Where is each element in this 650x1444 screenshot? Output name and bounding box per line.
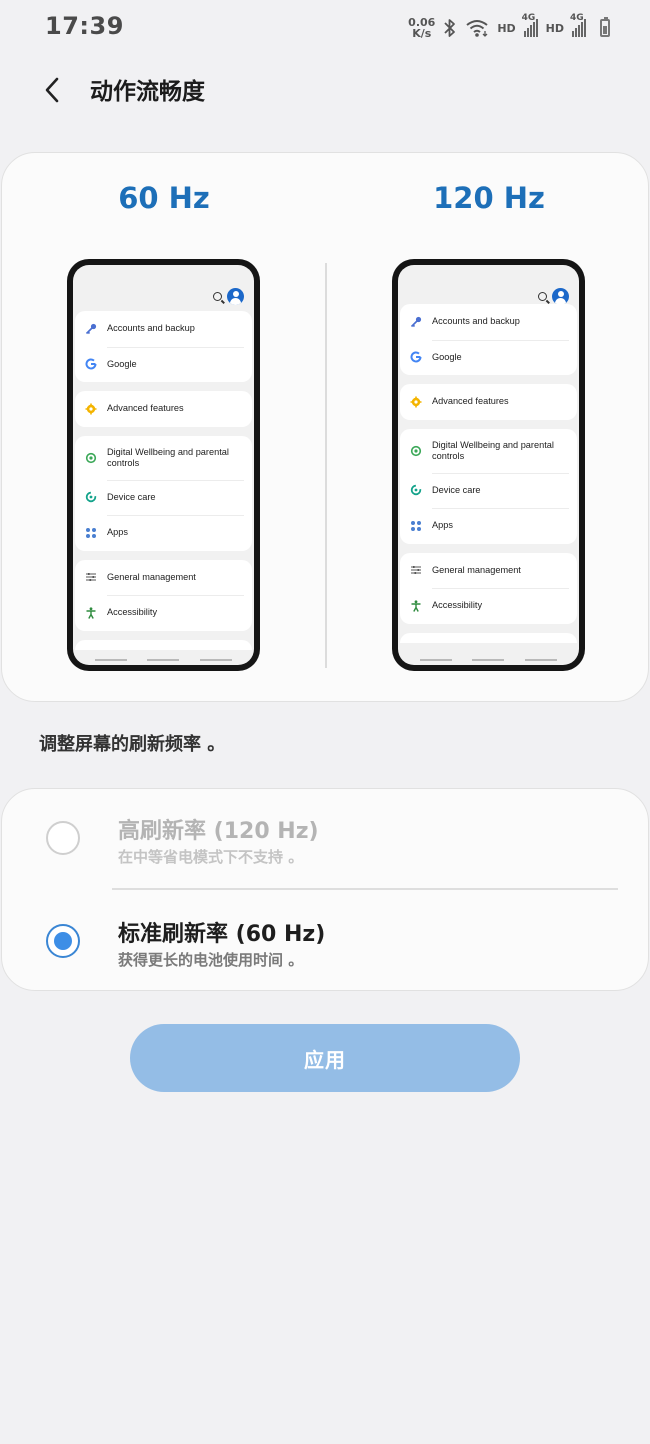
option-high-subtitle: 在中等省电模式下不支持 。 bbox=[118, 848, 304, 866]
settings-row: Digital Wellbeing and parental controls bbox=[75, 436, 252, 480]
settings-row-label: General management bbox=[107, 571, 196, 582]
apps-icon bbox=[409, 519, 422, 532]
settings-row: Device care bbox=[75, 479, 252, 516]
settings-row-label: Apps bbox=[107, 527, 128, 538]
nav-bar bbox=[73, 659, 254, 661]
settings-row: Accessibility bbox=[400, 588, 577, 624]
device-care-icon bbox=[409, 484, 422, 497]
option-standard-subtitle: 获得更长的电池使用时间 。 bbox=[118, 951, 304, 969]
settings-row-label: Device care bbox=[432, 484, 481, 495]
apps-icon bbox=[84, 526, 97, 539]
signal-icon: 4G bbox=[522, 13, 538, 37]
preview-card: 60 Hz 120 Hz Accounts and backup Google Ad… bbox=[1, 152, 649, 702]
page-title: 动作流畅度 bbox=[90, 79, 205, 105]
sliders-icon bbox=[84, 571, 97, 584]
settings-row: General management bbox=[75, 560, 252, 596]
hz-label-120: 120 Hz bbox=[433, 181, 545, 215]
settings-row-label: Advanced features bbox=[432, 396, 509, 407]
google-icon bbox=[409, 351, 422, 364]
hd-label-1: HD bbox=[497, 21, 516, 35]
status-icons: 0.06 K/s HD 4G HD 4G bbox=[408, 13, 610, 42]
wellbeing-icon bbox=[84, 451, 97, 464]
phone-preview-120hz: Accounts and backup Google Advanced featur… bbox=[392, 259, 585, 671]
search-icon bbox=[213, 292, 222, 301]
status-bar: 17:39 0.06 K/s HD 4G HD 4G bbox=[0, 0, 650, 56]
header: 动作流畅度 bbox=[0, 60, 650, 120]
settings-row: Apps bbox=[75, 515, 252, 551]
settings-row-label: Accounts and backup bbox=[432, 316, 520, 327]
settings-row-label: Google bbox=[107, 358, 137, 369]
back-button[interactable] bbox=[32, 70, 72, 110]
battery-icon bbox=[600, 17, 610, 37]
settings-row: Accessibility bbox=[75, 595, 252, 631]
gear-icon bbox=[409, 395, 422, 408]
settings-row-label: Accessibility bbox=[107, 607, 158, 618]
accessibility-icon bbox=[84, 606, 97, 619]
option-high-title: 高刷新率 (120 Hz) bbox=[118, 819, 319, 844]
avatar-icon bbox=[552, 288, 569, 305]
wifi-icon bbox=[466, 20, 488, 37]
hd-label-2: HD bbox=[545, 21, 564, 35]
settings-row-label: Advanced features bbox=[107, 403, 184, 414]
device-care-icon bbox=[84, 491, 97, 504]
search-icon bbox=[538, 292, 547, 301]
settings-row-label: Google bbox=[432, 351, 462, 362]
key-icon bbox=[409, 315, 422, 328]
settings-row: Accounts and backup bbox=[400, 304, 577, 340]
accessibility-icon bbox=[409, 599, 422, 612]
option-high-refresh[interactable] bbox=[2, 789, 648, 889]
sliders-icon bbox=[409, 564, 422, 577]
settings-row-label: Accessibility bbox=[432, 600, 483, 611]
status-time: 17:39 bbox=[45, 12, 124, 40]
settings-row: Advanced features bbox=[75, 391, 252, 427]
options-card: 高刷新率 (120 Hz) 在中等省电模式下不支持 。 标准刷新率 (60 Hz… bbox=[1, 788, 649, 991]
nav-bar bbox=[398, 659, 579, 661]
settings-group: Advanced features bbox=[75, 391, 252, 427]
option-standard-title: 标准刷新率 (60 Hz) bbox=[118, 922, 326, 947]
settings-row-label: Device care bbox=[107, 491, 156, 502]
settings-row: Digital Wellbeing and parental controls bbox=[400, 429, 577, 473]
settings-row-label: Digital Wellbeing and parental controls bbox=[432, 439, 554, 461]
settings-row: Google bbox=[400, 339, 577, 376]
chevron-left-icon bbox=[45, 77, 59, 103]
gear-icon bbox=[84, 402, 97, 415]
settings-row: Accounts and backup bbox=[75, 311, 252, 347]
key-icon bbox=[84, 322, 97, 335]
settings-row: Advanced features bbox=[400, 384, 577, 420]
bluetooth-icon bbox=[444, 19, 456, 37]
apply-button[interactable]: 应用 bbox=[130, 1024, 520, 1092]
settings-row-label: Digital Wellbeing and parental controls bbox=[107, 446, 229, 468]
settings-row-label: Apps bbox=[432, 520, 453, 531]
hz-label-60: 60 Hz bbox=[118, 181, 210, 215]
settings-group: Accounts and backup Google bbox=[400, 304, 577, 375]
radio-standard-refresh[interactable] bbox=[46, 924, 80, 958]
description: 调整屏幕的刷新频率 。 bbox=[39, 734, 226, 755]
settings-group: Digital Wellbeing and parental controls D… bbox=[75, 435, 252, 551]
avatar-icon bbox=[227, 288, 244, 305]
settings-row: General management bbox=[400, 553, 577, 589]
settings-row: Device care bbox=[400, 472, 577, 509]
signal-icon: 4G bbox=[570, 13, 586, 37]
settings-row: Apps bbox=[400, 508, 577, 544]
phone-preview-60hz: Accounts and backup Google Advanced featur… bbox=[67, 259, 260, 671]
phone-screen: Accounts and backup Google Advanced featur… bbox=[73, 265, 254, 665]
google-icon bbox=[84, 358, 97, 371]
phone-screen: Accounts and backup Google Advanced featur… bbox=[398, 265, 579, 665]
settings-row-label: Accounts and backup bbox=[107, 323, 195, 334]
settings-group: General management Accessibility bbox=[400, 552, 577, 624]
preview-divider bbox=[325, 263, 327, 668]
settings-group: Digital Wellbeing and parental controls D… bbox=[400, 428, 577, 544]
settings-group: Accounts and backup Google bbox=[75, 311, 252, 382]
settings-group: General management Accessibility bbox=[75, 559, 252, 631]
settings-row: Google bbox=[75, 346, 252, 383]
settings-group: Advanced features bbox=[400, 384, 577, 420]
settings-row-label: General management bbox=[432, 564, 521, 575]
net-speed: 0.06 K/s bbox=[408, 16, 436, 40]
wellbeing-icon bbox=[409, 444, 422, 457]
radio-high-refresh[interactable] bbox=[46, 821, 80, 855]
